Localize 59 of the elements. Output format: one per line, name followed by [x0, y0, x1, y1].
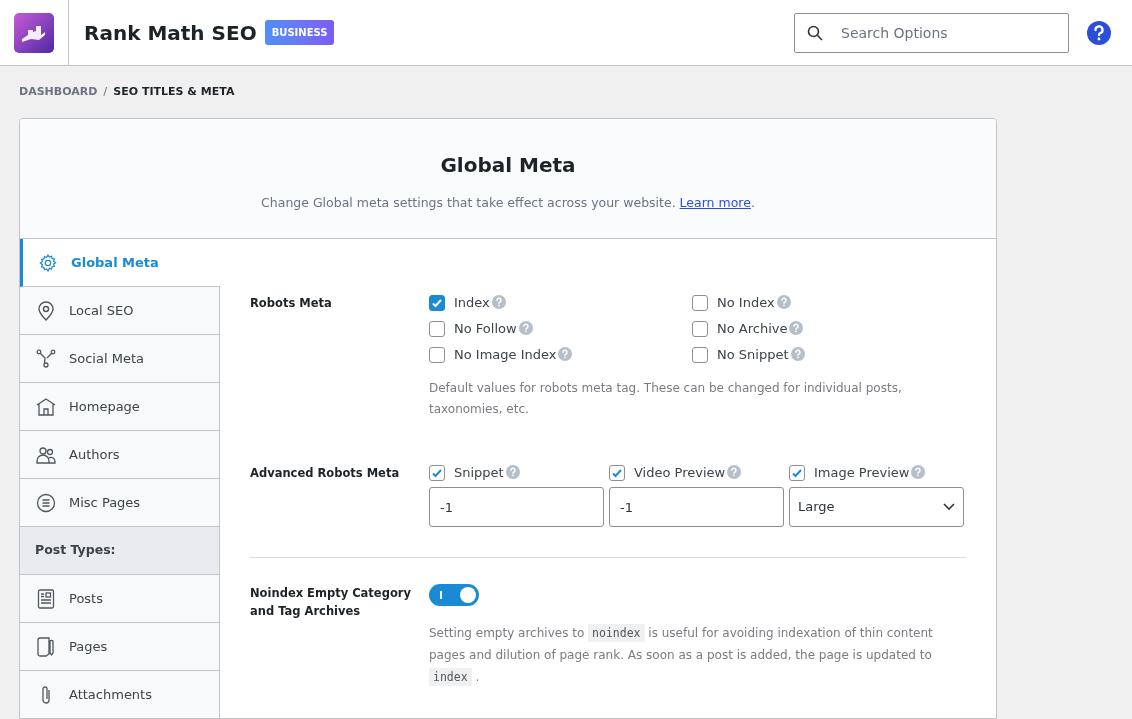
- sidebar-section-heading: Post Types:: [20, 527, 220, 575]
- checkbox-label: No Follow: [454, 319, 533, 339]
- location-pin-icon: [37, 300, 55, 321]
- panel-title: Global Meta: [440, 152, 576, 180]
- checkbox-label: No Archive: [717, 319, 804, 339]
- sidebar-item[interactable]: Misc Pages: [20, 479, 220, 527]
- sidebar-item[interactable]: Authors: [20, 431, 220, 479]
- search-icon: [807, 24, 823, 41]
- sidebar-item[interactable]: Pages: [20, 623, 220, 671]
- checkbox[interactable]: [789, 465, 805, 481]
- checkbox[interactable]: [429, 295, 445, 311]
- app-title: Rank Math SEO: [84, 19, 257, 47]
- checkbox[interactable]: [609, 465, 625, 481]
- home-icon: [36, 396, 56, 417]
- checkbox[interactable]: [692, 321, 708, 337]
- checkbox-label: No Index: [717, 293, 791, 313]
- setting-label: Noindex Empty Category and Tag Archives: [250, 585, 412, 620]
- checkbox-label: Video Preview: [634, 463, 742, 483]
- users-icon: [36, 444, 56, 465]
- number-input[interactable]: -1: [429, 487, 604, 527]
- learn-more-link[interactable]: Learn more: [679, 195, 751, 211]
- sidebar-item[interactable]: Attachments: [20, 671, 220, 718]
- number-input[interactable]: -1: [609, 487, 784, 527]
- sidebar-item[interactable]: Global Meta: [20, 239, 220, 287]
- search-field[interactable]: Search Options: [794, 12, 1069, 53]
- setting-description: Setting empty archives to noindex is useful for avoiding indexation of thin content pages and dilution of page rank. As soon as a post is added, the page is updated to index .: [429, 623, 934, 688]
- checkbox[interactable]: [692, 347, 708, 363]
- page-icon: [37, 636, 55, 657]
- preview-select[interactable]: Large: [789, 487, 964, 527]
- sidebar-item[interactable]: Homepage: [20, 383, 220, 431]
- plan-badge: BUSINESS: [264, 20, 335, 45]
- gear-icon: [38, 252, 58, 273]
- help-icon[interactable]: [1087, 20, 1111, 45]
- checkbox[interactable]: [429, 347, 445, 363]
- checkbox[interactable]: [429, 321, 445, 337]
- checkbox-label: No Snippet: [717, 345, 805, 365]
- logo-icon[interactable]: [14, 12, 54, 53]
- panel-subtitle: Change Global meta settings that take effect across your website. Learn more.: [261, 194, 755, 213]
- setting-label: Robots Meta: [250, 295, 333, 312]
- list-icon: [36, 492, 56, 513]
- sidebar-item[interactable]: Posts: [20, 575, 220, 623]
- breadcrumb-link[interactable]: DASHBOARD: [19, 83, 98, 101]
- checkbox-label: Snippet: [454, 463, 520, 483]
- chevron-down-icon: [943, 503, 955, 511]
- setting-description: Default values for robots meta tag. These can be changed for individual posts, taxonomies, etc.: [429, 380, 903, 418]
- network-icon: [36, 348, 56, 369]
- checkbox-label: Image Preview: [814, 463, 926, 483]
- document-icon: [37, 588, 55, 609]
- setting-label: Advanced Robots Meta: [250, 465, 401, 482]
- checkbox-label: No Image Index: [454, 345, 573, 365]
- breadcrumb-current: SEO TITLES & META: [113, 83, 235, 100]
- checkbox[interactable]: [429, 465, 445, 481]
- checkbox[interactable]: [692, 295, 708, 311]
- sidebar-item[interactable]: Local SEO: [20, 287, 220, 335]
- sidebar-item[interactable]: Social Meta: [20, 335, 220, 383]
- checkbox-label: Index: [454, 293, 506, 313]
- paperclip-icon: [39, 684, 53, 705]
- breadcrumb-separator: /: [103, 83, 108, 100]
- toggle-switch[interactable]: [429, 584, 479, 606]
